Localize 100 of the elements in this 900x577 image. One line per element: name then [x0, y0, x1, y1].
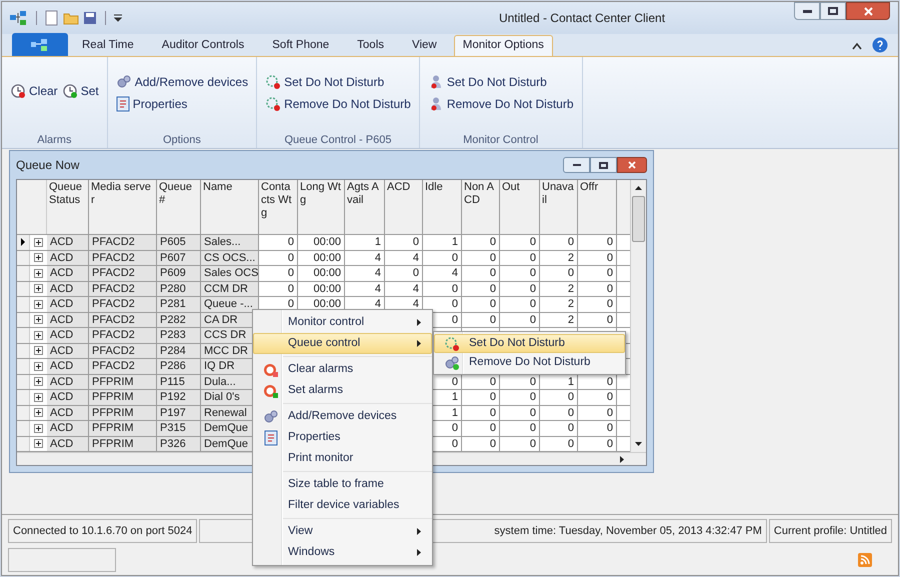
table-cell: MCC DR — [204, 344, 248, 356]
expand-icon[interactable] — [34, 362, 43, 371]
table-cell: CS OCS... — [204, 252, 256, 264]
expand-icon[interactable] — [34, 408, 43, 418]
column-header[interactable]: Offr — [578, 180, 617, 234]
expand-icon[interactable] — [34, 253, 43, 262]
table-cell: Sales... — [204, 236, 241, 248]
column-header[interactable]: Out — [500, 180, 540, 234]
expand-icon[interactable] — [34, 300, 43, 309]
menu-item[interactable]: Clear alarms — [253, 359, 432, 380]
properties-icon — [116, 96, 130, 112]
ribbon-tab[interactable]: Tools — [343, 35, 398, 56]
expand-icon[interactable] — [34, 424, 43, 433]
column-header[interactable]: Idle — [423, 180, 462, 234]
table-cell: 4 — [412, 298, 419, 310]
table-cell: 0 — [606, 438, 613, 450]
expand-icon[interactable] — [34, 284, 43, 294]
expand-icon[interactable] — [34, 392, 43, 402]
ribbon-tab[interactable]: Real Time — [68, 35, 148, 56]
table-cell: 0 — [568, 438, 574, 450]
table-cell: 0 — [606, 406, 613, 418]
column-header[interactable]: Queue # — [157, 180, 201, 234]
collapse-ribbon-icon[interactable] — [852, 42, 862, 50]
minimize-button[interactable] — [563, 157, 590, 173]
menu-item[interactable]: Remove Do Not Disturb — [434, 353, 625, 372]
ribbon-button[interactable]: Remove Do Not Disturb — [428, 95, 574, 113]
properties-icon — [264, 430, 278, 446]
scrollbar-thumb[interactable] — [632, 196, 645, 242]
menu-item[interactable]: Print monitor — [253, 448, 432, 469]
table-cell: PFACD2 — [92, 314, 135, 326]
column-header[interactable]: Name — [201, 180, 259, 234]
status-text: Connected to 10.1.6.70 on port 5024 — [8, 519, 198, 543]
menu-item[interactable]: Queue control — [253, 333, 432, 354]
dropdown-icon[interactable] — [114, 14, 122, 22]
ribbon-button[interactable]: Set Do Not Disturb — [265, 73, 411, 91]
help-icon[interactable] — [872, 37, 888, 53]
table-cell: 0 — [412, 236, 419, 248]
table-cell: 0 — [568, 391, 574, 403]
column-header[interactable]: Contacts Wtg — [259, 180, 298, 234]
menu-item[interactable]: Set Do Not Disturb — [434, 334, 625, 353]
table-cell: 0 — [288, 298, 294, 310]
table-cell: PFACD2 — [92, 329, 135, 341]
new-document-icon[interactable] — [45, 10, 59, 26]
table-cell: P607 — [160, 252, 186, 264]
table-cell: ACD — [50, 391, 74, 403]
app-menu-button[interactable] — [12, 33, 68, 56]
table-cell: 0 — [530, 422, 536, 434]
expand-icon[interactable] — [34, 439, 43, 448]
restore-button[interactable] — [590, 157, 617, 173]
table-cell: 0 — [288, 267, 294, 279]
expand-icon[interactable] — [34, 377, 43, 386]
column-header[interactable]: ACD — [385, 180, 423, 234]
column-header[interactable]: Agts Avail — [345, 180, 385, 234]
table-cell: 0 — [452, 422, 458, 434]
expand-icon[interactable] — [34, 268, 43, 278]
menu-item[interactable]: Monitor control — [253, 312, 432, 333]
table-cell: 0 — [288, 282, 294, 294]
column-header[interactable]: Unavail — [540, 180, 578, 234]
row-header[interactable] — [17, 235, 30, 250]
save-icon[interactable] — [83, 11, 97, 25]
table-cell: PFPRIM — [92, 376, 134, 388]
ribbon-tab[interactable]: Auditor Controls — [148, 35, 258, 56]
menu-item[interactable]: Add/Remove devices — [253, 406, 432, 427]
menu-item[interactable]: Filter device variables — [253, 495, 432, 516]
table-cell: 0 — [568, 406, 574, 418]
menu-item[interactable]: Set alarms — [253, 380, 432, 401]
table-cell: 4 — [452, 267, 458, 279]
column-header[interactable]: Queue Status — [47, 180, 89, 234]
close-button[interactable] — [617, 157, 647, 173]
expand-icon[interactable] — [34, 330, 43, 340]
expand-icon[interactable] — [34, 315, 43, 324]
table-cell: 0 — [530, 298, 536, 310]
ribbon-tab[interactable]: Soft Phone — [258, 35, 344, 56]
menu-item[interactable]: Properties — [253, 427, 432, 448]
maximize-button[interactable] — [820, 2, 846, 20]
table-cell: 4 — [412, 282, 419, 294]
ribbon-button[interactable]: Add/Remove devices — [116, 73, 248, 91]
column-header[interactable]: Non ACD — [462, 180, 500, 234]
menu-item[interactable]: Windows — [253, 542, 432, 563]
ribbon-button[interactable]: Properties — [116, 95, 248, 113]
ribbon-tab[interactable]: View — [398, 35, 451, 56]
expand-icon[interactable] — [34, 346, 43, 356]
column-header[interactable]: Long Wtg — [298, 180, 345, 234]
expand-icon[interactable] — [34, 238, 43, 247]
group-label: Options — [162, 133, 202, 148]
menu-item[interactable]: Size table to frame — [253, 474, 432, 495]
ribbon-button[interactable]: Clear — [10, 82, 58, 100]
ribbon-button[interactable]: Remove Do Not Disturb — [265, 95, 411, 113]
ribbon-button[interactable]: Set Do Not Disturb — [428, 73, 574, 91]
table-cell: ACD — [50, 406, 74, 418]
minimize-button[interactable] — [794, 2, 820, 20]
table-cell: ACD — [50, 360, 74, 372]
table-cell: 00:00 — [313, 282, 341, 294]
close-button[interactable] — [846, 2, 890, 20]
column-header[interactable]: Media server — [89, 180, 157, 234]
ribbon-button[interactable]: Set — [62, 82, 99, 100]
table-cell: ACD — [50, 438, 74, 450]
ribbon-tab[interactable]: Monitor Options — [454, 35, 553, 56]
table-cell: 0 — [490, 314, 496, 326]
table-cell: 00:00 — [313, 267, 341, 279]
